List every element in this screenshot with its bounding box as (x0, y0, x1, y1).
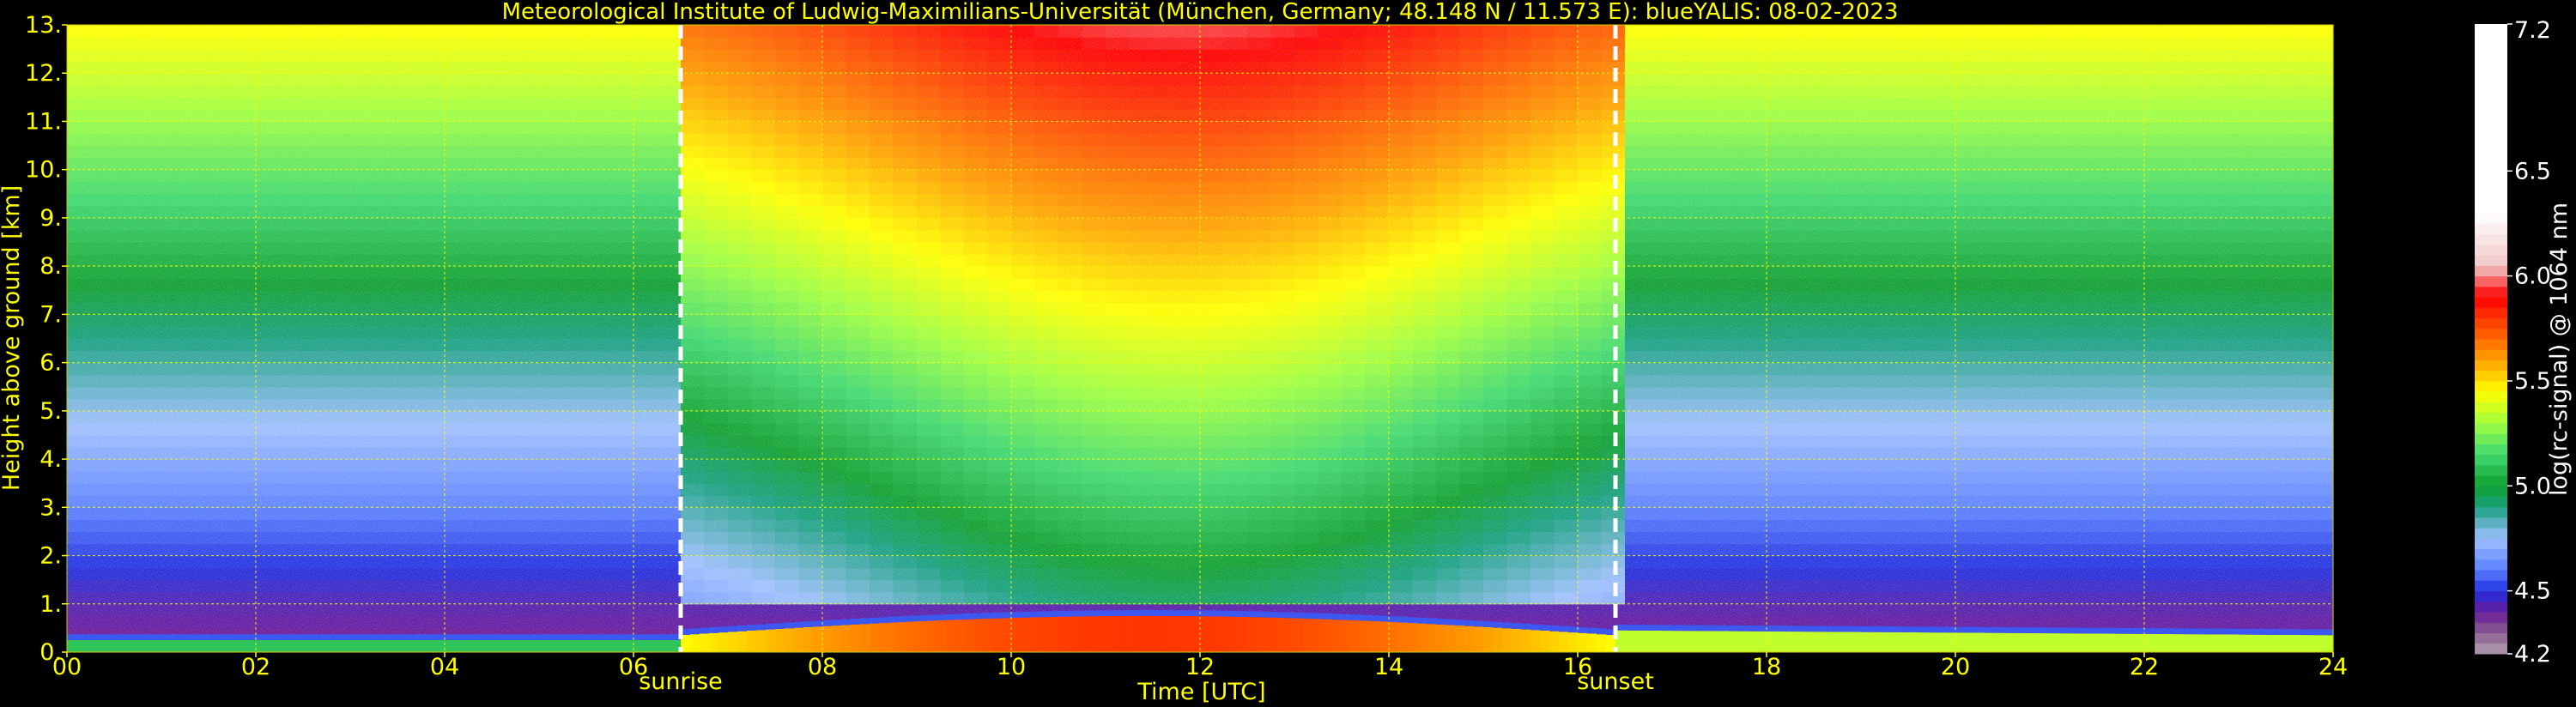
boundary-layer-edge (67, 634, 77, 640)
boundary-layer-cell (76, 639, 87, 652)
plot-area: sunrise sunset (66, 24, 2334, 695)
boundary-layer-cell (67, 639, 77, 652)
lidar-figure: sunrise sunset Meteorological Institute o… (0, 0, 2573, 705)
